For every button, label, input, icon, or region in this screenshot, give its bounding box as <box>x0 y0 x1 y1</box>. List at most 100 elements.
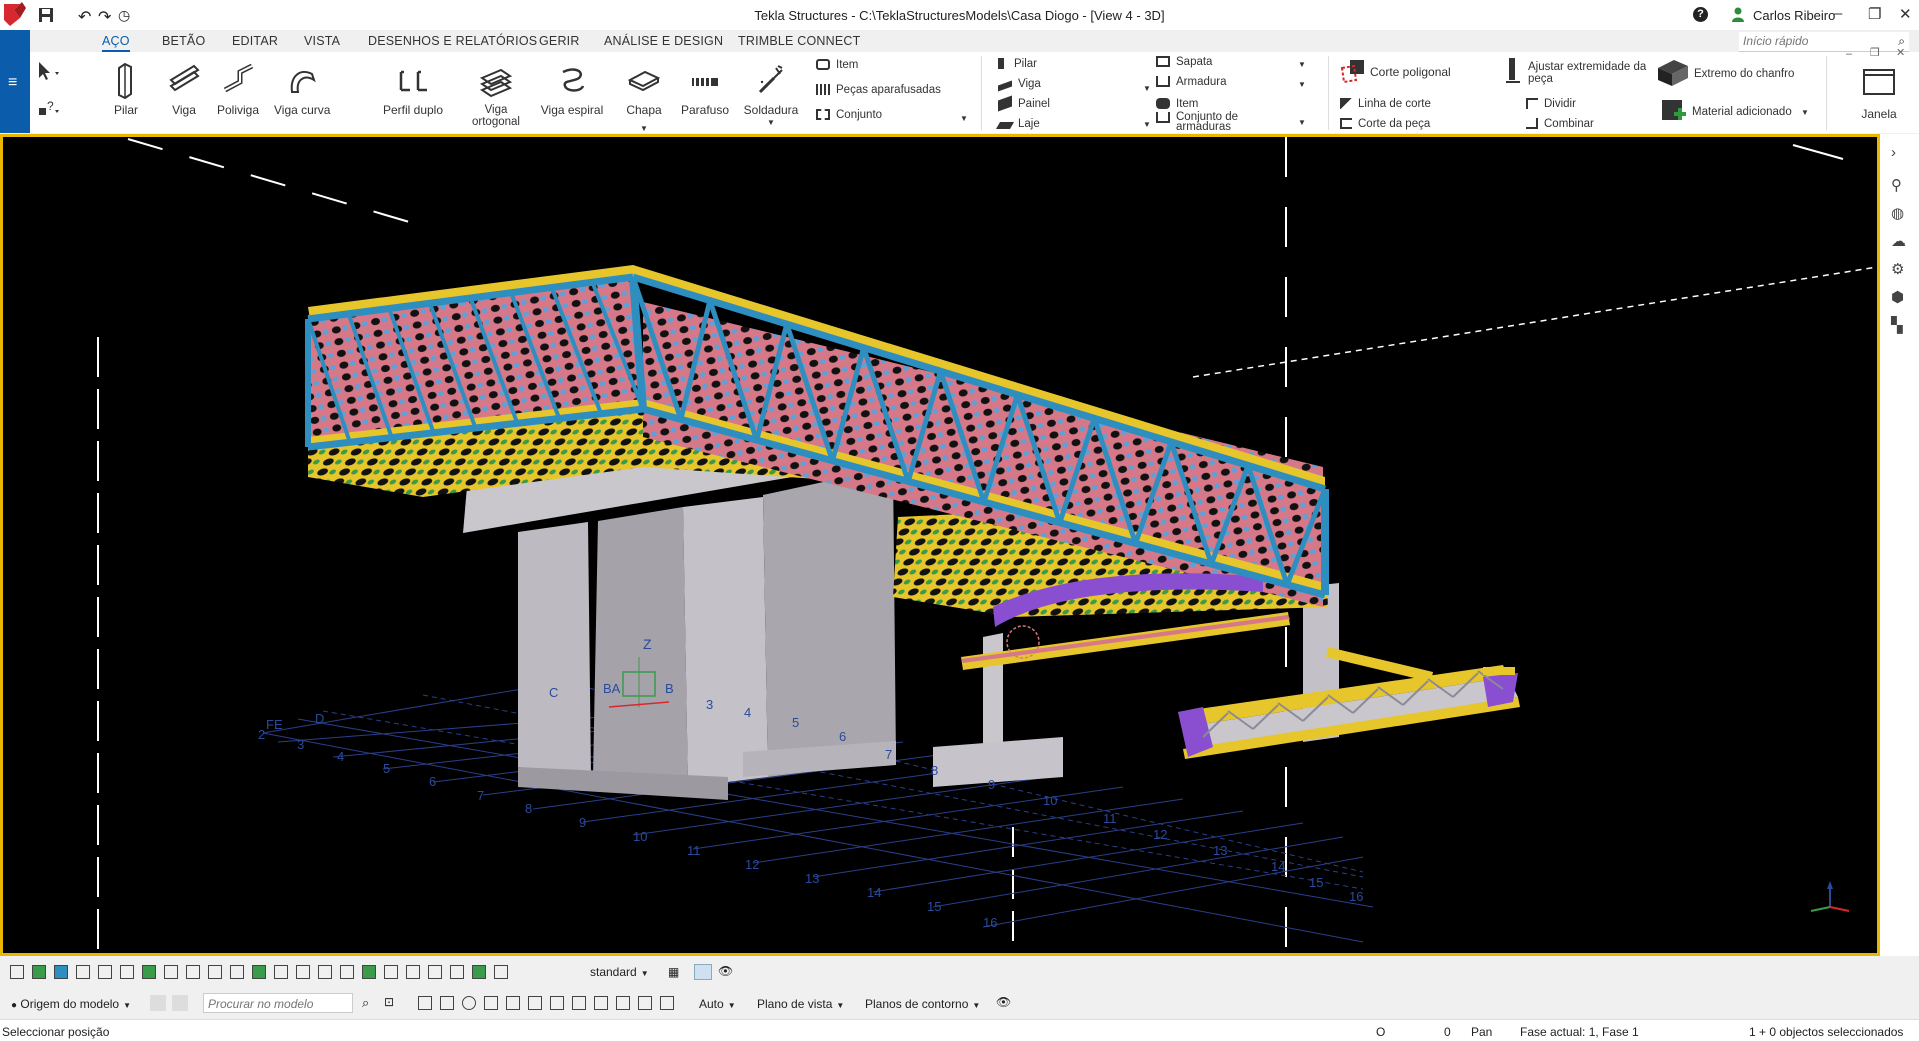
cloud-icon[interactable]: ☁ <box>1891 232 1906 250</box>
select-all-icon[interactable] <box>10 965 24 979</box>
globe-icon[interactable]: ◍ <box>1891 204 1904 222</box>
minimize-button[interactable]: – <box>1834 5 1842 22</box>
concrete-item-button[interactable]: Item <box>1156 98 1198 110</box>
quick-launch-input[interactable] <box>1743 34 1883 48</box>
contour-planes-dropdown[interactable]: Planos de contorno ▼ <box>860 993 985 1013</box>
select-surface-icon[interactable] <box>54 965 68 979</box>
orthogonal-beam-button[interactable]: Viga ortogonal <box>464 52 528 128</box>
tab-editar[interactable]: EDITAR <box>232 34 278 48</box>
snap-center-icon[interactable] <box>462 996 476 1010</box>
select-object-icon[interactable] <box>384 965 398 979</box>
bolt-button[interactable]: Parafuso <box>680 52 730 116</box>
close-button[interactable]: ✕ <box>1899 5 1912 23</box>
rebar-dropdown-icon[interactable]: ▼ <box>1298 80 1306 89</box>
applications-icon[interactable]: ▚ <box>1891 316 1903 334</box>
footing-button[interactable]: Sapata <box>1156 56 1212 68</box>
concrete-column-button[interactable]: Pilar <box>998 58 1037 70</box>
added-material-dropdown-icon[interactable]: ▼ <box>1801 108 1809 117</box>
file-menu-strip[interactable]: ≡ <box>0 30 30 133</box>
snap-mode-dropdown[interactable]: Auto ▼ <box>694 993 741 1013</box>
curved-beam-button[interactable]: Viga curva <box>274 52 330 116</box>
properties-icon[interactable]: ⚲ <box>1891 176 1902 194</box>
expand-panel-icon[interactable]: › <box>1891 144 1896 161</box>
select-assembly-icon[interactable] <box>694 964 712 980</box>
visibility-icon[interactable]: 👁 <box>718 964 733 978</box>
select-ref-icon[interactable] <box>208 965 222 979</box>
edge-chamfer-button[interactable]: Extremo do chanfro <box>1656 58 1794 86</box>
concrete-beam-dropdown-icon[interactable]: ▼ <box>1143 84 1151 93</box>
settings-icon[interactable]: ⚙ <box>1891 260 1904 278</box>
concrete-slab-dropdown-icon[interactable]: ▼ <box>1143 120 1151 129</box>
tab-vista[interactable]: VISTA <box>304 34 340 48</box>
select-part-icon[interactable] <box>32 965 46 979</box>
beam-button[interactable]: Viga <box>164 52 204 116</box>
snap-line-icon[interactable] <box>528 996 542 1010</box>
undo-icon[interactable]: ↶ <box>78 7 91 27</box>
tekla-logo-icon[interactable] <box>0 0 30 30</box>
concrete-panel-button[interactable]: Painel <box>998 95 1050 112</box>
save-icon[interactable] <box>38 7 54 23</box>
ribbon-minimize-icon[interactable]: – <box>1846 48 1852 60</box>
model-view-3d[interactable]: Z FE D C BA B 2 3 4 5 6 7 8 9 10 11 12 13 14 15 16 3 4 5 6 7 8 9 10… <box>0 134 1880 956</box>
added-material-button[interactable]: Material adicionado ▼ <box>1660 98 1809 124</box>
origin-dropdown[interactable]: ● Origem do modelo ▼ <box>6 993 136 1013</box>
ribbon-restore-icon[interactable]: ❐ <box>1870 46 1880 59</box>
select-weld-icon[interactable] <box>76 965 90 979</box>
snap-reference-icon[interactable] <box>418 996 432 1010</box>
select-plane-icon[interactable] <box>494 965 508 979</box>
weld-dropdown-icon[interactable]: ▼ <box>767 118 775 127</box>
catalog-icon[interactable]: ⬢ <box>1891 288 1904 306</box>
rebar-set-dropdown-icon[interactable]: ▼ <box>1298 118 1306 127</box>
select-single-bolt-icon[interactable] <box>296 965 310 979</box>
select-view-icon[interactable] <box>120 965 134 979</box>
snap-grid-icon[interactable]: ▦ <box>668 965 679 979</box>
column-button[interactable]: Pilar <box>104 52 148 116</box>
snap-nearest-icon[interactable] <box>550 996 564 1010</box>
line-cut-button[interactable]: Linha de corte <box>1340 98 1431 110</box>
select-component-icon[interactable] <box>230 965 244 979</box>
search-options-icon[interactable]: ⊡ <box>384 995 394 1009</box>
weld-button[interactable]: Soldadura ▼ <box>742 52 800 127</box>
fit-part-end-button[interactable]: Ajustar extremidade da peça <box>1506 56 1648 86</box>
model-search[interactable] <box>203 993 353 1013</box>
assembly-button[interactable]: Conjunto <box>816 109 882 121</box>
steel-item-button[interactable]: Item <box>816 59 858 71</box>
rebar-button[interactable]: Armadura <box>1156 76 1227 88</box>
select-group-icon[interactable] <box>274 965 288 979</box>
concrete-slab-button[interactable]: Laje <box>995 118 1040 130</box>
polybeam-button[interactable]: Polivi­ga <box>216 52 260 116</box>
origin-add-icon[interactable] <box>150 995 166 1011</box>
snap-visibility-icon[interactable]: 👁 <box>996 995 1011 1009</box>
tab-analise[interactable]: ANÁLISE E DESIGN <box>604 34 723 48</box>
select-pour-icon[interactable] <box>340 965 354 979</box>
select-point-icon[interactable] <box>186 965 200 979</box>
select-cut-icon[interactable] <box>98 965 112 979</box>
select-grid-icon[interactable] <box>142 965 156 979</box>
help-icon[interactable]: ? <box>1693 7 1708 22</box>
select-grid-point-icon[interactable] <box>406 965 420 979</box>
maximize-button[interactable]: ❐ <box>1868 5 1881 23</box>
redo-icon[interactable]: ↷ <box>98 7 111 27</box>
tab-betao[interactable]: BETÃO <box>162 34 205 48</box>
status-phase[interactable]: Fase actual: 1, Fase 1 <box>1520 1025 1639 1039</box>
model-search-input[interactable] <box>208 997 348 1011</box>
view-filter-dropdown[interactable]: standard ▼ <box>585 961 654 981</box>
select-assembly-object-icon[interactable] <box>362 965 376 979</box>
ribbon-close-icon[interactable]: ✕ <box>1896 46 1905 59</box>
polygon-cut-button[interactable]: Corte poligonal <box>1338 58 1451 84</box>
snap-any-icon[interactable] <box>572 996 586 1010</box>
user-name[interactable]: Carlos Ribeiro <box>1753 8 1835 23</box>
inquire-icon[interactable]: ? <box>36 98 62 120</box>
bridge-model-scene[interactable]: Z FE D C BA B 2 3 4 5 6 7 8 9 10 11 12 13 14 15 16 3 4 5 6 7 8 9 10… <box>3 137 1877 953</box>
snap-perpendicular-icon[interactable] <box>506 996 520 1010</box>
part-cut-button[interactable]: Corte da peça <box>1340 118 1430 130</box>
snap-extension-icon[interactable] <box>638 996 652 1010</box>
select-construction-line-icon[interactable] <box>450 965 464 979</box>
snap-plane-icon[interactable] <box>660 996 674 1010</box>
select-bolt-icon[interactable] <box>252 965 266 979</box>
history-icon[interactable]: ◷ <box>118 7 130 24</box>
select-surface-treatment-icon[interactable] <box>428 965 442 979</box>
select-rebar-icon[interactable] <box>318 965 332 979</box>
spiral-beam-button[interactable]: Viga espiral <box>540 52 604 116</box>
snap-intersection-icon[interactable] <box>484 996 498 1010</box>
